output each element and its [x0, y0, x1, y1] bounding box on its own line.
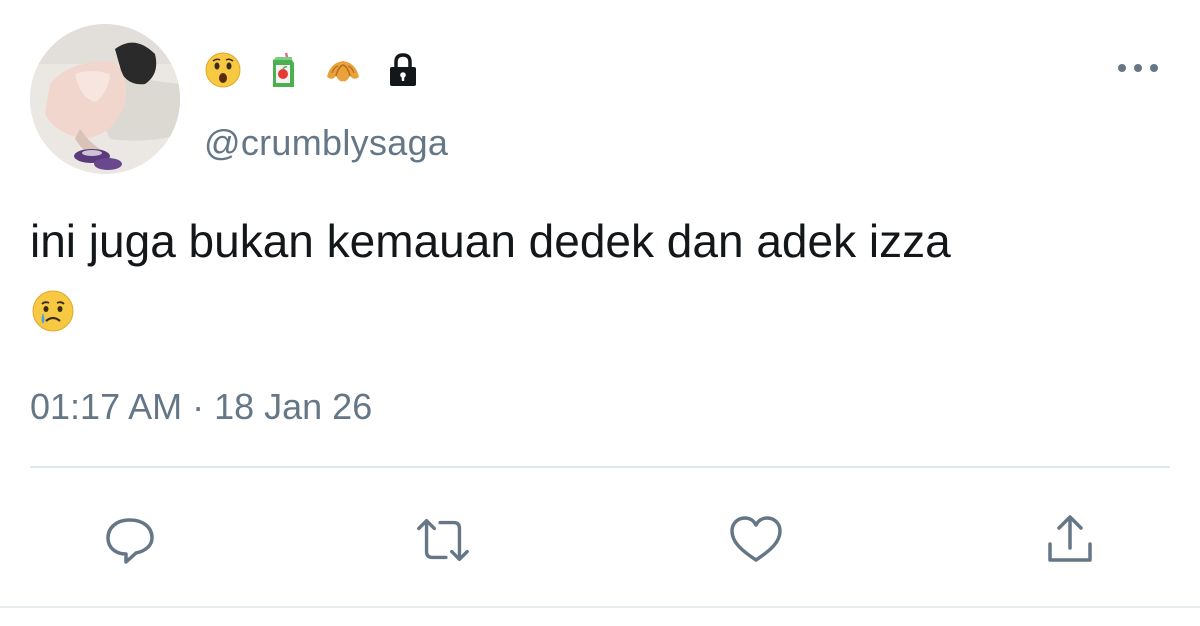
display-name: [204, 48, 422, 92]
avatar[interactable]: [30, 24, 180, 174]
share-button[interactable]: [1040, 510, 1100, 570]
croissant-emoji: [324, 51, 362, 89]
divider: [30, 466, 1170, 468]
juice-box-emoji: [264, 51, 302, 89]
reply-button[interactable]: [100, 510, 160, 570]
like-button[interactable]: [726, 510, 786, 570]
lock-icon: [384, 51, 422, 89]
user-handle[interactable]: @crumblysaga: [204, 122, 448, 164]
tweet-text: ini juga bukan kemauan dedek dan adek iz…: [30, 208, 1160, 340]
like-icon: [730, 516, 782, 562]
tweet-body: ini juga bukan kemauan dedek dan adek iz…: [30, 215, 951, 267]
retweet-button[interactable]: [413, 510, 473, 570]
bottom-divider: [0, 606, 1200, 608]
action-bar: [0, 510, 1200, 570]
crying-face-emoji: [30, 288, 76, 334]
hushed-face-emoji: [204, 51, 242, 89]
reply-icon: [106, 518, 154, 564]
more-options-icon[interactable]: [1118, 58, 1158, 78]
share-icon: [1048, 515, 1092, 562]
tweet-card: @crumblysaga ini juga bukan kemauan dede…: [0, 0, 1200, 626]
tweet-timestamp[interactable]: 01:17 AM · 18 Jan 26: [30, 386, 372, 428]
retweet-icon: [417, 518, 469, 562]
